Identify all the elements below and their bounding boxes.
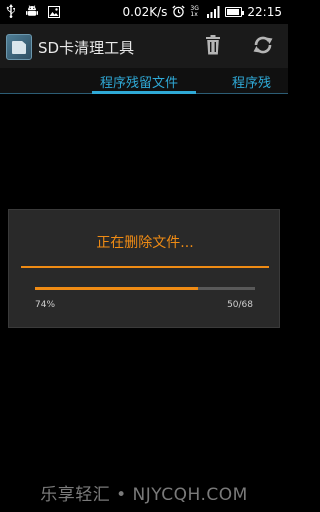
battery-level (227, 9, 239, 15)
status-bar: 0.02K/s 3G 1x 22:15 (0, 0, 288, 24)
clock: 22:15 (247, 5, 282, 19)
battery-icon (225, 7, 245, 17)
network-speed: 0.02K/s (122, 5, 168, 19)
watermark: 乐享轻汇 • NJYCQH.COM (40, 485, 248, 505)
image-notification-icon (48, 3, 60, 22)
progress-bar-fill (35, 287, 198, 290)
tab-residual-partial[interactable]: 程序残 (232, 72, 271, 91)
usb-icon (6, 3, 16, 22)
refresh-icon (252, 34, 274, 60)
status-indicators: 0.02K/s 3G 1x 22:15 (123, 2, 282, 22)
notification-icons (6, 3, 60, 22)
network-type: 3G 1x (190, 6, 202, 18)
trash-icon (205, 35, 221, 59)
screen: 0.02K/s 3G 1x 22:15 SD卡清理工具 程序残留文件 程序残 正… (0, 0, 288, 512)
network-type-bottom: 1x (190, 11, 198, 18)
dialog-title: 正在删除文件... (96, 235, 194, 251)
alarm-icon (172, 3, 186, 22)
android-debug-icon (25, 3, 39, 22)
progress-bar (35, 287, 255, 290)
progress-count: 50/68 (227, 300, 253, 310)
dialog-title-divider (21, 266, 269, 268)
tab-residual-files[interactable]: 程序残留文件 (100, 72, 178, 91)
signal-icon (207, 3, 220, 22)
refresh-button[interactable] (249, 33, 277, 61)
progress-percent: 74% (35, 300, 56, 310)
app-icon[interactable] (6, 34, 32, 60)
progress-dialog: 正在删除文件... 74% 50/68 (8, 209, 280, 328)
app-title: SD卡清理工具 (38, 39, 135, 57)
delete-button[interactable] (199, 33, 227, 61)
